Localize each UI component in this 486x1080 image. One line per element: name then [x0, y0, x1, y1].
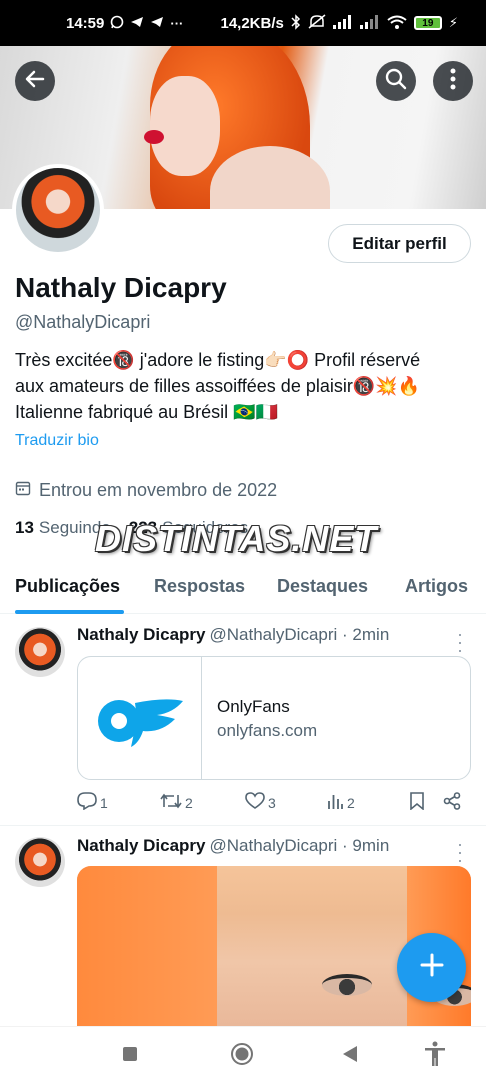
joined-text: Entrou em novembro de 2022 — [39, 480, 278, 500]
share-button[interactable] — [443, 792, 461, 813]
compose-button[interactable] — [397, 933, 466, 1002]
views-chart-icon — [326, 792, 344, 813]
media-hair-left — [77, 866, 217, 1026]
handle: @NathalyDicapri — [15, 312, 151, 332]
bio: Très excitée🔞 j'adore le fisting👉🏻⭕ Prof… — [15, 347, 475, 425]
card-domain: onlyfans.com — [217, 721, 318, 740]
calendar-icon — [15, 480, 31, 501]
bio-line: Très excitée🔞 j'adore le fisting👉🏻⭕ Prof… — [15, 350, 421, 370]
like-count: 3 — [268, 794, 276, 811]
banner-photo-face — [150, 76, 220, 176]
status-time: 14:59 — [66, 14, 105, 32]
search-icon — [385, 68, 407, 95]
more-vertical-icon — [450, 68, 456, 95]
tab-artigos[interactable]: Artigos — [405, 576, 468, 597]
telegram-icon — [130, 15, 144, 32]
tweet-author-handle: @NathalyDicapri — [209, 625, 338, 644]
media-eye-left — [322, 974, 372, 996]
joined-date: Entrou em novembro de 2022 — [15, 480, 277, 501]
edit-profile-button[interactable]: Editar perfil — [328, 224, 471, 263]
views-button[interactable]: 2 — [326, 792, 355, 813]
recents-square-icon[interactable] — [117, 1041, 143, 1067]
tweet-more-icon[interactable]: · · · — [452, 625, 468, 659]
charging-icon: ⚡ — [448, 15, 458, 30]
system-nav-bar — [0, 1026, 486, 1080]
bookmark-icon — [409, 792, 425, 813]
reply-icon — [77, 792, 97, 813]
whatsapp-icon — [110, 15, 124, 32]
reply-count: 1 — [100, 794, 108, 811]
tab-destaques[interactable]: Destaques — [277, 576, 368, 597]
wifi-icon — [387, 15, 407, 32]
following-count: 13 — [15, 518, 34, 537]
tab-respostas[interactable]: Respostas — [154, 576, 245, 597]
more-notifications-icon: ··· — [170, 15, 184, 31]
heart-icon — [245, 792, 265, 813]
net-speed: 14,2KB/s — [220, 14, 284, 32]
plus-icon — [419, 952, 445, 983]
active-tab-indicator — [15, 610, 124, 614]
signal-icon — [332, 14, 353, 32]
tweet-actions: 1 2 3 2 — [77, 792, 471, 814]
tab-publicacoes[interactable]: Publicações — [15, 576, 120, 597]
views-count: 2 — [347, 794, 355, 811]
share-icon — [443, 792, 461, 813]
status-bar: 14:59 ··· 14,2KB/s 19 ⚡ — [0, 0, 486, 46]
tweet-time: · 9min — [342, 836, 390, 855]
tweet-time: · 2min — [342, 625, 390, 644]
retweet-button[interactable]: 2 — [160, 792, 193, 813]
onlyfans-logo-icon — [78, 657, 202, 779]
signal-icon — [359, 14, 380, 32]
tweet-divider — [0, 825, 486, 826]
tweet-author-name[interactable]: Nathaly Dicapry — [77, 625, 206, 644]
display-name: Nathaly Dicapry — [15, 272, 227, 303]
profile-tabs: Publicações Respostas Destaques Artigos — [0, 566, 486, 614]
bio-line: Italienne fabriqué au Brésil 🇧🇷🇮🇹 — [15, 402, 278, 422]
bio-line: aux amateurs de filles assoiffées de pla… — [15, 376, 421, 396]
retweet-count: 2 — [185, 794, 193, 811]
more-options-button[interactable] — [433, 61, 473, 101]
profile-avatar[interactable] — [12, 164, 104, 256]
reply-button[interactable]: 1 — [77, 792, 108, 813]
back-button[interactable] — [15, 61, 55, 101]
arrow-left-icon — [24, 68, 46, 95]
tweet-avatar[interactable] — [15, 627, 65, 677]
tweet-header: Nathaly Dicapry @NathalyDicapri · 2min — [77, 625, 389, 645]
card-title: OnlyFans — [217, 697, 290, 716]
mute-icon — [308, 13, 326, 33]
banner-photo-lips — [144, 130, 164, 144]
bookmark-button[interactable] — [409, 792, 425, 813]
accessibility-icon[interactable] — [422, 1041, 448, 1067]
telegram-icon — [150, 15, 164, 32]
translate-bio-link[interactable]: Traduzir bio — [15, 432, 99, 450]
search-button[interactable] — [376, 61, 416, 101]
battery-icon: 19 — [413, 16, 442, 30]
home-circle-icon[interactable] — [229, 1041, 255, 1067]
back-triangle-icon[interactable] — [337, 1041, 363, 1067]
retweet-icon — [160, 792, 182, 813]
tweet-author-handle: @NathalyDicapri — [209, 836, 338, 855]
tweet-author-name[interactable]: Nathaly Dicapry — [77, 836, 206, 855]
tweet-avatar[interactable] — [15, 837, 65, 887]
link-card[interactable]: OnlyFans onlyfans.com — [77, 656, 471, 780]
tweet-more-icon[interactable]: · · · — [452, 835, 468, 869]
like-button[interactable]: 3 — [245, 792, 276, 813]
bluetooth-icon — [291, 13, 301, 33]
tweet-header: Nathaly Dicapry @NathalyDicapri · 9min — [77, 836, 389, 856]
watermark: DISTINTAS.NET — [95, 518, 378, 559]
